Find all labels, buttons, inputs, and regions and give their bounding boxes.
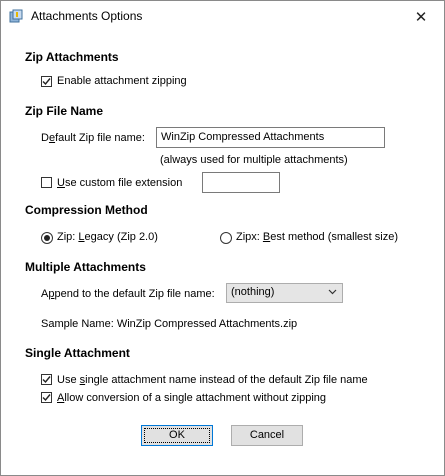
- winzip-app-icon: [9, 9, 23, 23]
- compression-method-heading: Compression Method: [25, 203, 148, 217]
- close-icon: ✕: [414, 8, 428, 26]
- zip-legacy-label[interactable]: Zip: Legacy (Zip 2.0): [57, 231, 158, 243]
- cancel-button[interactable]: Cancel: [231, 425, 303, 446]
- close-button[interactable]: ✕: [398, 1, 444, 32]
- zip-file-name-heading: Zip File Name: [25, 104, 104, 118]
- radio-selected-dot: [44, 235, 50, 241]
- single-attachment-heading: Single Attachment: [25, 346, 130, 360]
- allow-conversion-checkbox[interactable]: [41, 392, 52, 403]
- default-zip-name-label: Default Zip file name:: [41, 132, 145, 144]
- append-dropdown[interactable]: (nothing): [226, 283, 343, 303]
- sample-name-text: Sample Name: WinZip Compressed Attachmen…: [41, 318, 298, 330]
- append-label: Append to the default Zip file name:: [41, 288, 215, 300]
- allow-conversion-label[interactable]: Allow conversion of a single attachment …: [57, 392, 326, 404]
- use-single-name-checkbox[interactable]: [41, 374, 52, 385]
- zip-attachments-heading: Zip Attachments: [25, 50, 119, 64]
- enable-zipping-checkbox[interactable]: [41, 76, 52, 87]
- custom-extension-checkbox[interactable]: [41, 177, 52, 188]
- checkmark-icon: [42, 78, 51, 86]
- zipx-best-radio[interactable]: [220, 232, 232, 244]
- enable-zipping-label[interactable]: Enable attachment zipping: [57, 75, 187, 87]
- custom-extension-label[interactable]: Use custom file extension: [57, 177, 182, 189]
- attachments-options-dialog: Attachments Options ✕ Zip Attachments En…: [0, 0, 445, 476]
- append-dropdown-value: (nothing): [231, 286, 275, 298]
- ok-button[interactable]: OK: [141, 425, 213, 446]
- multiple-attachments-note: (always used for multiple attachments): [160, 154, 348, 166]
- window-title: Attachments Options: [31, 9, 143, 23]
- use-single-name-label[interactable]: Use single attachment name instead of th…: [57, 374, 368, 386]
- focus-rectangle: [144, 428, 210, 443]
- default-zip-name-input[interactable]: WinZip Compressed Attachments: [156, 127, 385, 148]
- custom-extension-input[interactable]: [202, 172, 280, 193]
- multiple-attachments-heading: Multiple Attachments: [25, 260, 146, 274]
- title-bar: Attachments Options ✕: [1, 1, 444, 32]
- zipx-best-label[interactable]: Zipx: Best method (smallest size): [236, 231, 398, 243]
- checkmark-icon: [42, 376, 51, 384]
- zip-legacy-radio[interactable]: [41, 232, 53, 244]
- checkmark-icon: [42, 394, 51, 402]
- chevron-down-icon: [328, 287, 337, 299]
